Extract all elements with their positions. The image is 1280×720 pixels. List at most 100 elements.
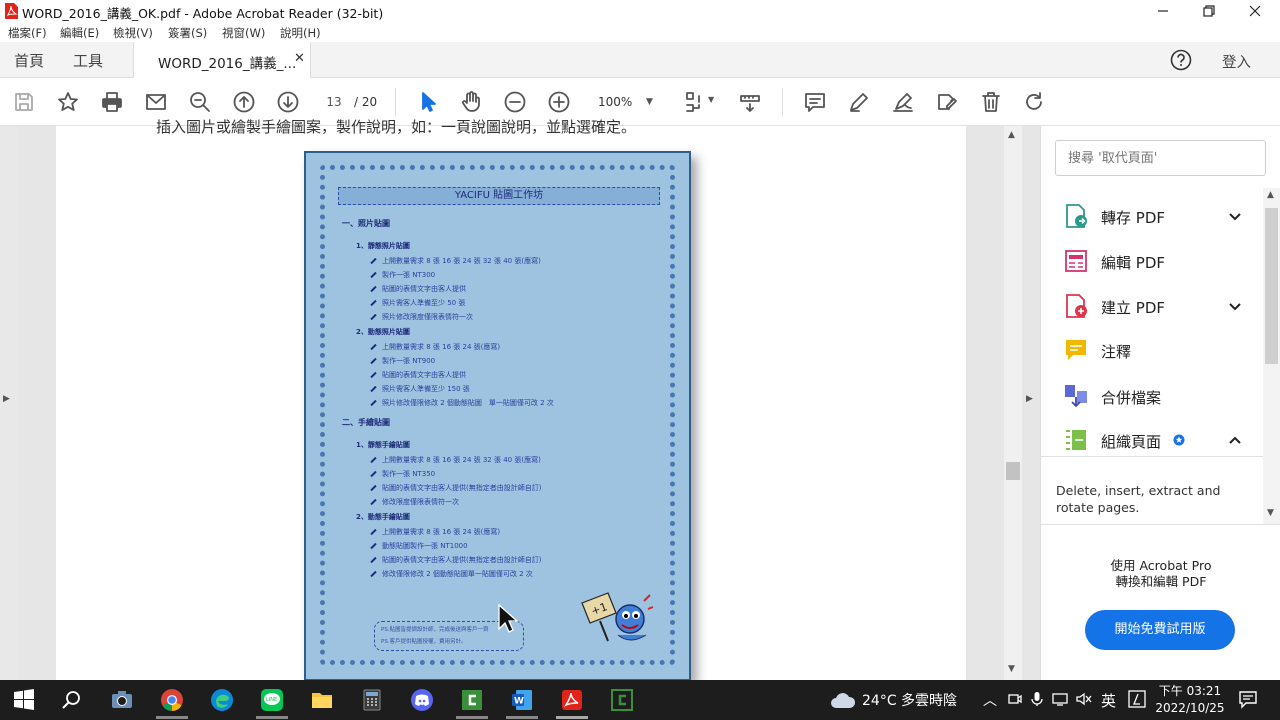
camtasia-icon[interactable]: [456, 684, 488, 716]
page-total: / 20: [354, 95, 378, 109]
list-item: 照片需客人準備至少 50 張: [382, 299, 466, 307]
note-line-1: PS.貼圖皆提調設計師，完成後送與客戶一齊: [381, 627, 489, 633]
tab-document[interactable]: WORD_2016_講義_... ✕: [133, 42, 311, 79]
acrobat-reader-icon[interactable]: [556, 684, 588, 716]
search-tools-input[interactable]: [1055, 140, 1266, 176]
login-link[interactable]: 登入: [1222, 51, 1251, 72]
tool-edit-pdf[interactable]: 編輯 PDF: [1063, 243, 1263, 279]
tool-label: 轉存 PDF: [1101, 209, 1165, 227]
scrollbar-thumb[interactable]: [1006, 462, 1020, 480]
svg-text:W: W: [514, 697, 524, 707]
list-item: 貼圖的表情文字由客人提供: [382, 285, 466, 293]
scrollbar-thumb[interactable]: [1265, 208, 1278, 364]
meet-now-icon[interactable]: [1007, 691, 1023, 707]
chevron-down-icon: ▼: [646, 97, 653, 107]
tool-label: 注釋: [1101, 343, 1132, 361]
chevron-down-icon[interactable]: ▼: [708, 95, 714, 104]
tool-export-pdf[interactable]: 轉存 PDF: [1063, 198, 1263, 234]
document-viewport[interactable]: ▶ 插入圖片或繪製手繪圖案，製作說明，如：一頁說圖說明，並點選確定。 YACIF…: [0, 118, 1040, 681]
tool-combine-files[interactable]: 合併檔案: [1063, 378, 1263, 414]
tool-organize-pages[interactable]: 組織頁面: [1063, 422, 1263, 458]
select-pointer-icon[interactable]: [416, 90, 440, 114]
scroll-mode-icon[interactable]: [738, 90, 762, 114]
email-icon[interactable]: [144, 90, 168, 114]
word-icon[interactable]: W: [506, 684, 538, 716]
close-window-button[interactable]: [1240, 0, 1270, 22]
hand-tool-icon[interactable]: [459, 90, 483, 114]
fill-sign-icon[interactable]: [935, 90, 959, 114]
rotate-icon[interactable]: [1022, 90, 1046, 114]
bookmark-star-icon[interactable]: [56, 90, 80, 114]
camera-app-icon[interactable]: [106, 684, 138, 716]
menu-sign[interactable]: 簽署(S): [168, 25, 207, 41]
delete-trash-icon[interactable]: [979, 90, 1003, 114]
expand-left-panel-icon[interactable]: ▶: [3, 394, 10, 404]
search-icon[interactable]: [56, 684, 88, 716]
free-trial-button[interactable]: 開始免費試用版: [1085, 610, 1235, 650]
menu-edit[interactable]: 編輯(E): [60, 25, 99, 41]
calculator-icon[interactable]: [356, 684, 388, 716]
discord-icon[interactable]: [406, 684, 438, 716]
zoom-level-value: 100%: [598, 95, 633, 109]
tab-close-icon[interactable]: ✕: [294, 51, 305, 66]
weather-text[interactable]: 24°C 多雲時陰: [862, 690, 957, 710]
cloud-weather-icon[interactable]: [830, 689, 856, 711]
section-1-1-heading: 1、靜態照片貼圖: [356, 242, 410, 250]
network-icon[interactable]: [1052, 691, 1068, 707]
tool-comment[interactable]: 注釋: [1063, 332, 1263, 368]
list-item: 照片修改限度僅限表情符一次: [382, 313, 473, 321]
camtasia-recorder-icon[interactable]: [606, 684, 638, 716]
clock[interactable]: 下午 03:21 2022/10/25: [1150, 683, 1230, 717]
scroll-down-icon[interactable]: ▼: [1267, 508, 1274, 518]
ime-mode-icon[interactable]: [1128, 690, 1146, 708]
zoom-level-select[interactable]: 100% ▼: [592, 91, 662, 113]
list-item: 照片需客人準備至少 150 張: [382, 385, 470, 393]
menu-view[interactable]: 檢視(V): [113, 25, 153, 41]
edit-pdf-icon: [1065, 250, 1087, 272]
file-explorer-icon[interactable]: [306, 684, 338, 716]
toolbar-divider: [395, 88, 396, 116]
minimize-button[interactable]: [1148, 0, 1178, 22]
document-scrollbar[interactable]: ▲ ▼: [1004, 126, 1022, 680]
clock-time: 下午 03:21: [1158, 684, 1222, 698]
restore-button[interactable]: [1194, 0, 1224, 22]
tab-tools[interactable]: 工具: [73, 50, 103, 71]
menu-file[interactable]: 檔案(F): [8, 25, 47, 41]
menu-help[interactable]: 說明(H): [280, 25, 321, 41]
ime-language-indicator[interactable]: 英: [1101, 690, 1116, 711]
highlight-pen-icon[interactable]: [847, 90, 871, 114]
comment-icon[interactable]: [803, 90, 827, 114]
chevron-up-icon[interactable]: ︿: [983, 690, 997, 710]
page-number-input[interactable]: 13: [318, 91, 350, 113]
zoom-out-icon[interactable]: [503, 90, 527, 114]
microphone-icon[interactable]: [1029, 691, 1045, 707]
expand-right-panel-icon[interactable]: ▶: [1026, 394, 1033, 404]
promo-line-2: 轉換和編輯 PDF: [1115, 574, 1207, 589]
draw-sign-icon[interactable]: [891, 90, 915, 114]
tool-create-pdf[interactable]: 建立 PDF: [1063, 288, 1263, 324]
line-app-icon[interactable]: LINE: [256, 684, 288, 716]
next-page-icon[interactable]: [276, 90, 300, 114]
scroll-down-icon[interactable]: ▼: [1008, 664, 1015, 674]
print-icon[interactable]: [100, 90, 124, 114]
windows-start-icon[interactable]: [8, 684, 40, 716]
chevron-down-icon: [1229, 213, 1241, 221]
save-icon[interactable]: [12, 90, 36, 114]
organize-pages-icon: [1066, 430, 1086, 450]
edge-icon[interactable]: [206, 684, 238, 716]
tools-pane-scrollbar[interactable]: ▲ ▼: [1263, 188, 1280, 524]
embedded-page-image: YACIFU 貼圖工作坊 一、照片貼圖 1、靜態照片貼圖 上開數量需求 8 張 …: [304, 151, 691, 681]
chrome-icon[interactable]: [156, 684, 188, 716]
tab-home[interactable]: 首頁: [14, 50, 44, 71]
previous-page-icon[interactable]: [232, 90, 256, 114]
page-fit-icon[interactable]: [682, 90, 706, 114]
scroll-up-icon[interactable]: ▲: [1267, 190, 1274, 200]
volume-muted-icon[interactable]: [1075, 691, 1093, 707]
scroll-up-icon[interactable]: ▲: [1008, 130, 1015, 140]
zoom-search-icon[interactable]: [188, 90, 212, 114]
notification-center-icon[interactable]: [1238, 689, 1258, 709]
menu-window[interactable]: 視窗(W): [222, 25, 265, 41]
zoom-in-icon[interactable]: [547, 90, 571, 114]
tab-bar: 首頁 工具 WORD_2016_講義_... ✕ 登入: [0, 42, 1280, 79]
help-icon[interactable]: [1170, 49, 1192, 71]
